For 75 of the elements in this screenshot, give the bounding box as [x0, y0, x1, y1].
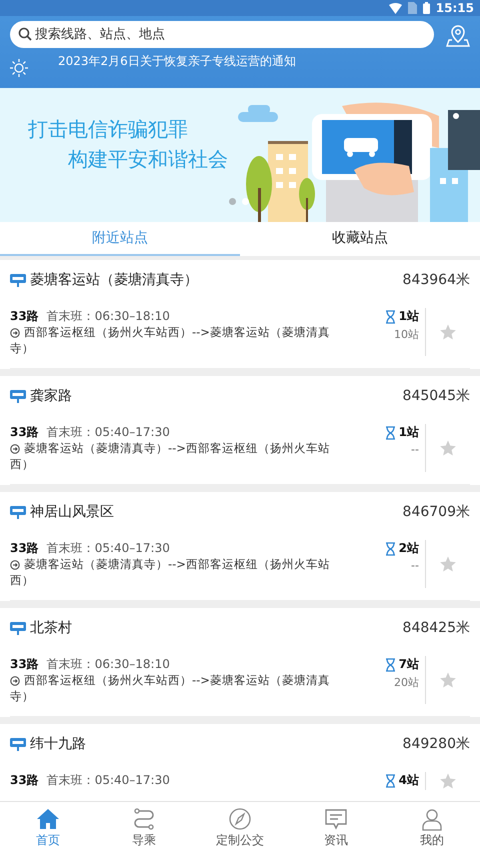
nav-tab[interactable]: 首页 [0, 802, 96, 854]
stop-name[interactable]: 北茶村 [30, 619, 399, 637]
bus-stop-sign-icon [10, 272, 26, 288]
stop-distance: 848425米 [402, 619, 470, 637]
sun-icon [10, 59, 28, 77]
wifi-icon [388, 2, 402, 14]
stop-distance: 843964米 [402, 271, 470, 289]
compass-icon [228, 807, 252, 831]
bus-line-number: 33路 [10, 308, 39, 324]
route-direction-text: 西部客运枢纽（扬州火车站西）-->菱塘客运站（菱塘清真寺） [10, 672, 330, 704]
next-bus-stops: -- [410, 559, 419, 572]
bus-stop-sign-icon [10, 388, 26, 404]
stop-distance: 849280米 [402, 735, 470, 753]
favorite-star-icon[interactable] [439, 671, 457, 689]
schedule-text: 首末班：06:30–18:10 [46, 308, 170, 324]
hourglass-icon [384, 658, 396, 672]
stops-away: 1站 [398, 308, 419, 325]
schedule-text: 首末班：05:40–17:30 [46, 772, 170, 788]
favorite-star-icon[interactable] [439, 323, 457, 341]
bus-line-number: 33路 [10, 540, 39, 556]
stops-away: 2站 [398, 540, 419, 557]
stop-name[interactable]: 纬十九路 [30, 735, 399, 753]
direction-arrow-icon [10, 328, 20, 338]
nav-tab[interactable]: 定制公交 [192, 802, 288, 854]
pager-dot[interactable] [229, 198, 236, 205]
schedule-text: 首末班：05:40–17:30 [46, 540, 170, 556]
schedule-text: 首末班：06:30–18:10 [46, 656, 170, 672]
stops-away: 1站 [398, 424, 419, 441]
stop-name[interactable]: 神居山风景区 [30, 503, 399, 521]
next-bus-stops: 20站 [393, 675, 419, 690]
stop-name[interactable]: 龚家路 [30, 387, 399, 405]
direction-arrow-icon [10, 444, 20, 454]
hourglass-icon [384, 774, 396, 788]
bus-line-number: 33路 [10, 656, 39, 672]
battery-icon [422, 2, 430, 14]
stops-away: 7站 [398, 656, 419, 673]
hourglass-icon [384, 310, 396, 324]
home-icon [36, 807, 60, 831]
location-pin-icon[interactable] [446, 22, 470, 46]
hourglass-icon [384, 542, 396, 556]
stop-distance: 845045米 [402, 387, 470, 405]
hourglass-icon [384, 426, 396, 440]
favorite-star-icon[interactable] [439, 555, 457, 573]
schedule-text: 首末班：05:40–17:30 [46, 424, 170, 440]
bus-line-number: 33路 [10, 424, 39, 440]
stop-distance: 846709米 [402, 503, 470, 521]
banner-slogan: 打击电信诈骗犯罪 [28, 116, 189, 143]
route-direction-text: 菱塘客运站（菱塘清真寺）-->西部客运枢纽（扬州火车站西） [10, 556, 330, 588]
message-icon [324, 807, 348, 831]
bus-stop-sign-icon [10, 736, 26, 752]
stop-tab[interactable]: 收藏站点 [240, 222, 480, 256]
route-direction-text: 西部客运枢纽（扬州火车站西）-->菱塘客运站（菱塘清真寺） [10, 324, 330, 356]
person-icon [420, 807, 444, 831]
search-field[interactable]: 搜索线路、站点、地点 [10, 21, 434, 48]
next-bus-stops: -- [410, 443, 419, 456]
route-icon [132, 807, 156, 831]
route-direction-text: 菱塘客运站（菱塘清真寺）-->西部客运枢纽（扬州火车站西） [10, 440, 330, 472]
bus-stop-sign-icon [10, 504, 26, 520]
search-icon [18, 27, 32, 41]
stops-away: 4站 [398, 772, 419, 789]
bus-stop-sign-icon [10, 620, 26, 636]
pager-dot[interactable] [242, 198, 249, 205]
nav-tab[interactable]: 资讯 [288, 802, 384, 854]
direction-arrow-icon [10, 560, 20, 570]
nav-tab[interactable]: 我的 [384, 802, 480, 854]
bus-line-number: 33路 [10, 772, 39, 788]
no-sim-icon [408, 2, 417, 14]
favorite-star-icon[interactable] [439, 439, 457, 457]
favorite-star-icon[interactable] [439, 772, 457, 790]
stop-name[interactable]: 菱塘客运站（菱塘清真寺） [30, 271, 399, 289]
nav-tab[interactable]: 导乘 [96, 802, 192, 854]
banner-slogan: 构建平安和谐社会 [67, 146, 228, 173]
direction-arrow-icon [10, 676, 20, 686]
next-bus-stops: 10站 [393, 327, 419, 342]
status-time: 15:15 [436, 1, 474, 15]
